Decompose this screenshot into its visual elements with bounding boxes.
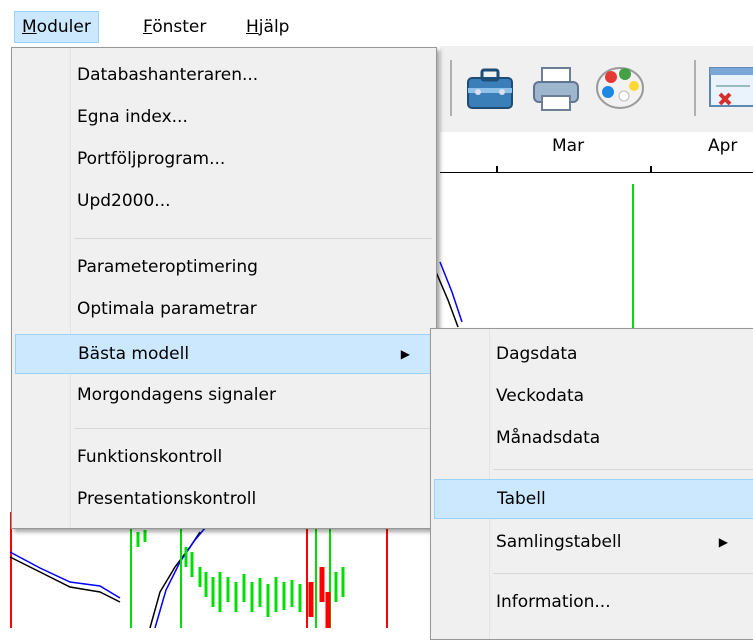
submenu-item-information[interactable]: Information... (434, 583, 753, 621)
menu-item-label: Egna index... (77, 107, 188, 127)
axis-label-mar: Mar (552, 136, 585, 156)
menu-item-portfoljprogram[interactable]: Portföljprogram... (15, 140, 433, 178)
menu-item-label: Funktionskontroll (77, 447, 223, 467)
submenu-item-manadsdata[interactable]: Månadsdata (434, 419, 753, 457)
menu-item-optimala-parametrar[interactable]: Optimala parametrar (15, 290, 433, 328)
menu-moduler-label: oduler (36, 17, 91, 37)
menu-hjalp-label: jälp (258, 17, 290, 37)
menu-item-parameteroptimering[interactable]: Parameteroptimering (15, 248, 433, 286)
menu-hjalp[interactable]: Hjälp (239, 12, 296, 42)
printer-icon[interactable] (530, 62, 582, 114)
menu-item-label: Morgondagens signaler (77, 385, 276, 405)
time-axis: Mar Apr (440, 132, 753, 173)
toolbox-icon[interactable] (464, 62, 516, 114)
menu-item-label: Databashanteraren... (77, 65, 259, 85)
menu-item-label: Dagsdata (496, 344, 578, 364)
menu-fonster-label: önster (152, 17, 207, 37)
menu-item-upd2000[interactable]: Upd2000... (15, 182, 433, 220)
toolbar-separator (450, 60, 452, 116)
menu-item-label: Bästa modell (78, 344, 190, 364)
menu-item-egna-index[interactable]: Egna index... (15, 98, 433, 136)
moduler-menu: Databashanteraren... Egna index... Portf… (11, 47, 437, 529)
menu-item-label: Samlingstabell (496, 532, 622, 552)
submenu-item-samlingstabell[interactable]: Samlingstabell ▶ (434, 523, 753, 561)
submenu-item-dagsdata[interactable]: Dagsdata (434, 335, 753, 373)
submenu-arrow-icon: ▶ (400, 347, 410, 361)
menu-separator (493, 469, 753, 470)
menu-separator (74, 238, 432, 239)
menu-item-label: Parameteroptimering (77, 257, 258, 277)
menu-item-label: Portföljprogram... (77, 149, 226, 169)
palette-icon[interactable] (594, 62, 646, 114)
menu-item-label: Presentationskontroll (77, 489, 257, 509)
menu-item-basta-modell[interactable]: Bästa modell ▶ (15, 334, 433, 374)
menu-item-presentationskontroll[interactable]: Presentationskontroll (15, 480, 433, 518)
submenu-arrow-icon: ▶ (718, 535, 728, 549)
chart-moving-average-line (439, 261, 463, 323)
menu-item-label: Upd2000... (77, 191, 171, 211)
chart-moving-average-line (9, 551, 121, 599)
menu-separator (74, 428, 432, 429)
menu-bar: Moduler Fönster Hjälp (0, 0, 753, 46)
chart-moving-average-line (149, 531, 201, 628)
menu-item-label: Månadsdata (496, 428, 601, 448)
menu-item-label: Optimala parametrar (77, 299, 257, 319)
menu-item-label: Information... (496, 592, 611, 612)
menu-item-morgondagens-signaler[interactable]: Morgondagens signaler (15, 376, 433, 414)
menu-moduler[interactable]: Moduler (14, 11, 99, 43)
axis-label-apr: Apr (708, 136, 738, 156)
chart-red-bars (308, 567, 331, 628)
menu-item-databashanteraren[interactable]: Databashanteraren... (15, 56, 433, 94)
chart-delete-icon[interactable] (706, 62, 753, 114)
submenu-item-tabell[interactable]: Tabell (434, 479, 753, 519)
menu-item-label: Veckodata (496, 386, 585, 406)
menu-separator (493, 573, 753, 574)
menu-item-funktionskontroll[interactable]: Funktionskontroll (15, 438, 433, 476)
menu-fonster[interactable]: Fönster (136, 12, 213, 42)
toolbar-separator (694, 60, 696, 116)
toolbar (440, 46, 753, 133)
submenu-item-veckodata[interactable]: Veckodata (434, 377, 753, 415)
menu-item-label: Tabell (497, 489, 546, 509)
basta-modell-submenu: Dagsdata Veckodata Månadsdata Tabell Sam… (430, 328, 753, 640)
